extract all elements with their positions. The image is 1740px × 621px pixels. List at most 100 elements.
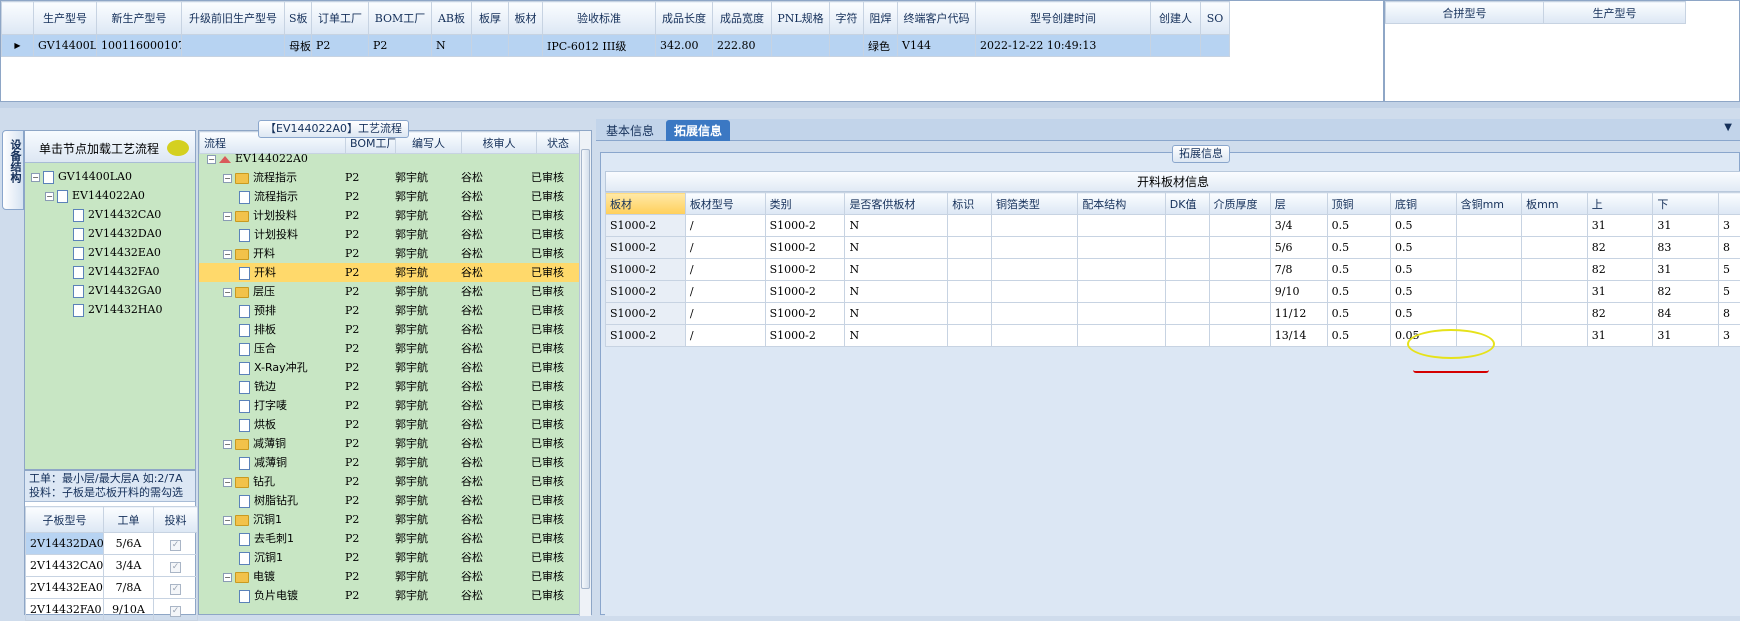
material-cell[interactable] [1522, 281, 1588, 303]
table-row[interactable]: S1000-2/S1000-2N5/60.50.582838 [606, 237, 1740, 259]
feed-cell[interactable]: ✓ [154, 577, 198, 599]
col-header[interactable]: 板材型号 [685, 193, 765, 215]
material-cell[interactable] [1522, 259, 1588, 281]
work-order-cell[interactable]: 3/4A [104, 555, 154, 577]
col-header[interactable]: 下 [1653, 193, 1719, 215]
process-row[interactable]: −电镀P2郭宇航谷松已审核 [199, 567, 579, 586]
material-cell[interactable] [1456, 303, 1522, 325]
material-cell[interactable] [1456, 237, 1522, 259]
material-cell[interactable]: 11/12 [1270, 303, 1327, 325]
process-row[interactable]: 流程指示P2郭宇航谷松已审核 [199, 187, 579, 206]
material-cell[interactable]: 9/10 [1270, 281, 1327, 303]
collapse-icon[interactable]: − [223, 250, 232, 259]
col-header[interactable]: 板mm [1522, 193, 1588, 215]
col-header[interactable]: 创建人 [1151, 2, 1201, 35]
material-cell[interactable]: 82 [1587, 237, 1653, 259]
material-cell[interactable] [1078, 303, 1165, 325]
col-header[interactable]: PNL规格 [772, 2, 830, 35]
col-header[interactable]: S板 [285, 2, 312, 35]
process-row[interactable]: 预排P2郭宇航谷松已审核 [199, 301, 579, 320]
material-cell[interactable]: 5 [1718, 259, 1740, 281]
collapse-icon[interactable]: − [223, 212, 232, 221]
col-header[interactable]: BOM工厂 [369, 2, 432, 35]
material-cell[interactable] [1456, 215, 1522, 237]
process-row[interactable]: 压合P2郭宇航谷松已审核 [199, 339, 579, 358]
material-cell[interactable] [1078, 259, 1165, 281]
material-cell[interactable]: N [845, 281, 948, 303]
material-cell[interactable]: 7/8 [1270, 259, 1327, 281]
cell[interactable] [830, 35, 864, 57]
cell[interactable]: 母板 [285, 35, 312, 57]
process-row[interactable]: −EV144022A0 [199, 149, 579, 168]
collapse-icon[interactable]: − [223, 478, 232, 487]
col-sub-board-model[interactable]: 子板型号 [26, 507, 104, 533]
material-cell[interactable]: 8 [1718, 303, 1740, 325]
material-cell[interactable] [1456, 281, 1522, 303]
feed-cell[interactable]: ✓ [154, 555, 198, 577]
tree-node[interactable]: 2V14432DA0 [31, 224, 195, 243]
process-row[interactable]: 负片电镀P2郭宇航谷松已审核 [199, 586, 579, 605]
material-cell[interactable]: 31 [1587, 215, 1653, 237]
cell[interactable] [772, 35, 830, 57]
table-row[interactable]: 2V14432EA07/8A✓ [26, 577, 198, 599]
material-cell[interactable]: 13/14 [1270, 325, 1327, 347]
col-header[interactable]: 铜箔类型 [991, 193, 1077, 215]
col-header[interactable]: DK值 [1165, 193, 1209, 215]
collapse-icon[interactable]: − [31, 173, 40, 182]
table-row[interactable]: S1000-2/S1000-2N3/40.50.531313 [606, 215, 1740, 237]
material-cell[interactable]: 0.5 [1390, 259, 1456, 281]
material-cell[interactable]: 31 [1587, 281, 1653, 303]
col-header[interactable]: 成品宽度 [713, 2, 772, 35]
material-cell[interactable] [991, 259, 1077, 281]
feed-cell[interactable]: ✓ [154, 599, 198, 621]
splitter[interactable] [0, 102, 1740, 108]
col-feed[interactable]: 投料 [154, 507, 198, 533]
col-header[interactable]: 新生产型号 [97, 2, 182, 35]
material-cell[interactable]: 5/6 [1270, 237, 1327, 259]
process-row[interactable]: 树脂钻孔P2郭宇航谷松已审核 [199, 491, 579, 510]
material-cell[interactable] [1078, 325, 1165, 347]
tree-node[interactable]: 2V14432CA0 [31, 205, 195, 224]
process-row[interactable]: −钻孔P2郭宇航谷松已审核 [199, 472, 579, 491]
material-cell[interactable]: N [845, 237, 948, 259]
material-cell[interactable] [948, 259, 992, 281]
material-cell[interactable] [1078, 215, 1165, 237]
collapse-icon[interactable]: − [223, 440, 232, 449]
cell[interactable] [1151, 35, 1201, 57]
material-cell[interactable] [948, 215, 992, 237]
col-header[interactable]: 标识 [948, 193, 992, 215]
col-header[interactable] [1718, 193, 1740, 215]
tab-extended-info[interactable]: 拓展信息 [666, 120, 730, 141]
material-cell[interactable] [1165, 215, 1209, 237]
col-header[interactable]: SO [1201, 2, 1230, 35]
col-header[interactable]: 升级前旧生产型号 [182, 2, 285, 35]
cell[interactable]: IPC-6012 III级 [543, 35, 656, 57]
col-header[interactable]: 上 [1587, 193, 1653, 215]
material-cell[interactable]: S1000-2 [765, 215, 845, 237]
material-cell[interactable]: / [685, 281, 765, 303]
tree-node[interactable]: 2V14432FA0 [31, 262, 195, 281]
material-cell[interactable]: 0.5 [1327, 325, 1390, 347]
work-order-cell[interactable]: 7/8A [104, 577, 154, 599]
vertical-tab-device-structure[interactable]: 设备结构 [2, 130, 24, 210]
material-cell[interactable] [1209, 237, 1270, 259]
material-cell[interactable] [991, 303, 1077, 325]
col-header[interactable]: 板厚 [472, 2, 509, 35]
feed-cell[interactable]: ✓ [154, 533, 198, 555]
material-cell[interactable]: N [845, 303, 948, 325]
material-cell[interactable] [948, 237, 992, 259]
material-cell[interactable] [1209, 325, 1270, 347]
tree-node[interactable]: 2V14432GA0 [31, 281, 195, 300]
cell[interactable]: 10011600010716 [97, 35, 182, 57]
material-cell[interactable]: S1000-2 [606, 281, 686, 303]
table-row[interactable]: S1000-2/S1000-2N13/140.50.0531313 [606, 325, 1740, 347]
material-cell[interactable]: 0.5 [1327, 303, 1390, 325]
process-row[interactable]: −流程指示P2郭宇航谷松已审核 [199, 168, 579, 187]
material-cell[interactable]: / [685, 325, 765, 347]
material-cell[interactable] [991, 325, 1077, 347]
material-cell[interactable] [948, 281, 992, 303]
col-header[interactable]: 是否客供板材 [845, 193, 948, 215]
material-cell[interactable] [1522, 215, 1588, 237]
cell[interactable]: P2 [369, 35, 432, 57]
col-header[interactable]: 类别 [765, 193, 845, 215]
